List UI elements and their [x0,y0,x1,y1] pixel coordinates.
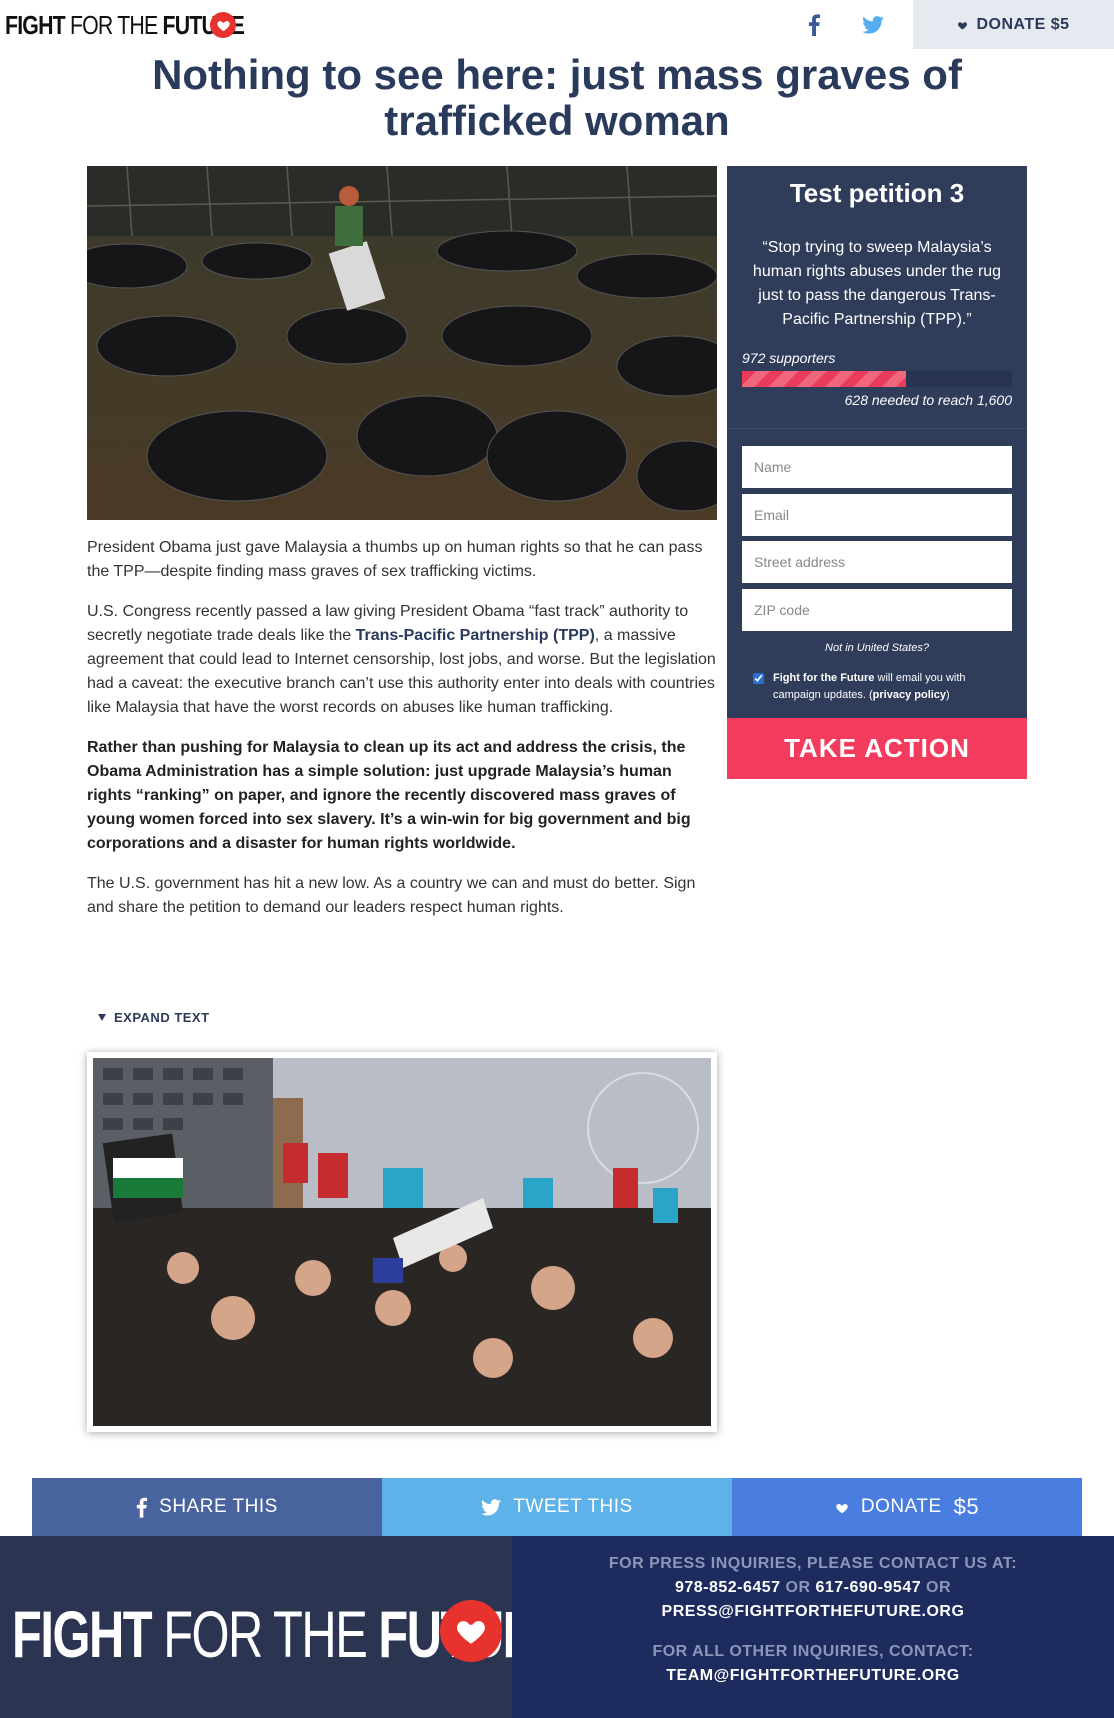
footer-logo-panel: FIGHT FOR THE FUTURE [0,1536,569,1718]
donate-label: DONATE [860,1496,942,1517]
protest-photo [93,1058,711,1426]
tweet-button[interactable]: TWEET THIS [382,1478,732,1536]
facebook-icon [808,13,820,36]
petition-title: Test petition 3 [789,178,965,208]
email-field[interactable] [742,494,1012,536]
press-phones: 978-852-6457 OR 617-690-9547 OR [512,1576,1114,1600]
optin-end: ) [946,689,950,701]
optin-text: Fight for the Future will email you with… [753,670,1015,704]
team-email-link[interactable]: TEAM@FIGHTFORTHEFUTURE.ORG [512,1664,1114,1688]
donate-amount: $5 [953,1494,980,1519]
heart-icon [440,1600,502,1662]
optin-org: Fight for the Future [773,672,875,684]
twitter-icon [481,1498,502,1515]
twitter-link[interactable] [845,0,901,49]
petition-quote: “Stop trying to sweep Malaysia’s human r… [752,239,1002,328]
article-paragraph-3: Rather than pushing for Malaysia to clea… [87,739,691,852]
share-label: SHARE THIS [159,1496,278,1517]
site-logo[interactable]: FIGHT FOR THE FUTURE [5,10,297,40]
donate-top-label: DONATE $5 [976,15,1070,33]
phone-link-1[interactable]: 978-852-6457 [675,1579,781,1596]
donate-top-button[interactable]: DONATE $5 [913,0,1114,49]
privacy-policy-link[interactable]: privacy policy [873,689,946,701]
top-navigation: FIGHT FOR THE FUTURE DONATE $5 [0,0,1114,49]
email-optin[interactable]: Fight for the Future will email you with… [753,670,1015,704]
zip-code-field[interactable] [742,589,1012,631]
share-bar: SHARE THIS TWEET THIS DONATE $5 [32,1478,1082,1536]
or-text: OR [921,1579,952,1596]
article-paragraph-2: U.S. Congress recently passed a law givi… [87,600,717,720]
tpp-link[interactable]: Trans-Pacific Partnership (TPP) [356,627,595,644]
progress-fill [742,371,907,387]
donate-bottom-button[interactable]: DONATE $5 [732,1478,1082,1536]
or-text: OR [780,1579,816,1596]
facebook-icon [136,1497,148,1518]
page-title: Nothing to see here: just mass graves of… [152,51,962,144]
signature-progress-bar [742,371,1012,387]
article-paragraph-4: The U.S. government has hit a new low. A… [87,875,696,916]
press-email-link[interactable]: PRESS@FIGHTFORTHEFUTURE.ORG [512,1600,1114,1624]
hero-image-body-bags [87,166,717,520]
other-inquiries-heading: FOR ALL OTHER INQUIRIES, CONTACT: [652,1643,974,1660]
article-body: President Obama just gave Malaysia a thu… [87,536,717,936]
heart-icon [210,12,236,38]
share-facebook-button[interactable]: SHARE THIS [32,1478,382,1536]
tweet-label: TWEET THIS [513,1496,633,1517]
twitter-icon [862,15,884,34]
street-address-field[interactable] [742,541,1012,583]
protest-photo-card [87,1052,717,1432]
footer-contact-panel: FOR PRESS INQUIRIES, PLEASE CONTACT US A… [512,1536,1114,1718]
take-action-button[interactable]: TAKE ACTION [727,718,1027,779]
facebook-link[interactable] [786,0,842,49]
phone-link-2[interactable]: 617-690-9547 [815,1579,921,1596]
petition-panel: Test petition 3 “Stop trying to sweep Ma… [727,166,1027,779]
caret-down-icon [98,1014,106,1021]
article-paragraph-1: President Obama just gave Malaysia a thu… [87,539,703,580]
optin-checkbox[interactable] [753,673,764,684]
supporter-count: 972 supporters [742,350,836,366]
not-in-us-link[interactable]: Not in United States? [727,642,1027,654]
heart-icon [958,21,968,30]
expand-text-toggle[interactable]: EXPAND TEXT [98,1010,210,1025]
expand-text-label: EXPAND TEXT [114,1010,210,1025]
form-divider [727,428,1027,429]
logo-wordmark: FIGHT FOR THE FUTURE [5,9,245,40]
press-heading: FOR PRESS INQUIRIES, PLEASE CONTACT US A… [608,1555,1018,1572]
name-field[interactable] [742,446,1012,488]
heart-icon [836,1503,848,1513]
signatures-needed: 628 needed to reach 1,600 [844,392,1012,408]
